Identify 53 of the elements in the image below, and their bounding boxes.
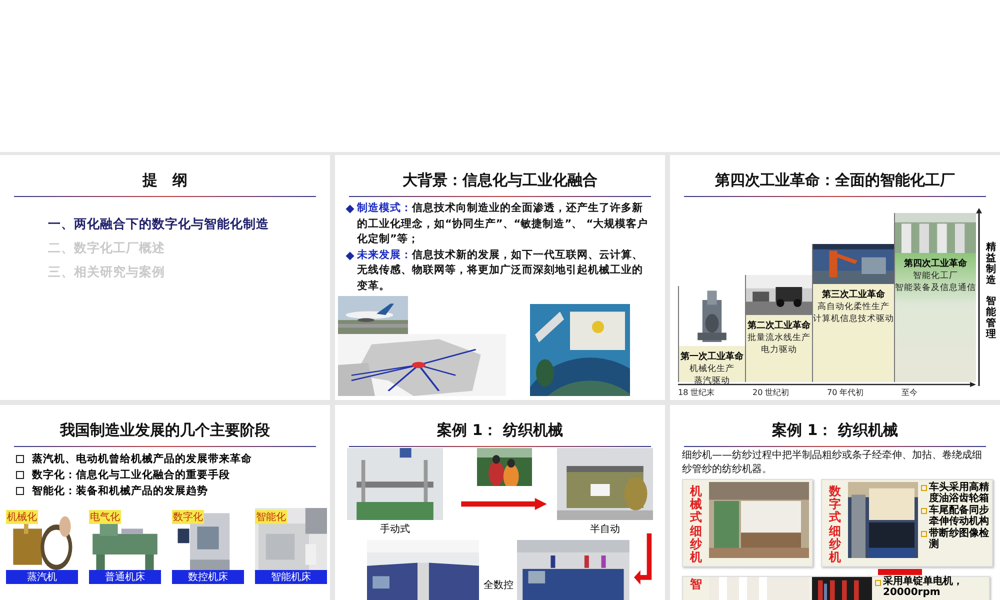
slide-thumbnail[interactable]: 案例 1： 纺织机械 细纱机——纺纱过程中把半制品粗纱或条子经牵伸、加拈、卷绕成细纱管纱的纺纱机器。 机械式细纱机 数字式细纱机 车头采用高精度油浴齿轮箱 车尾配备同步牵伸传动机构 带断纱图像检测 智 采用单锭单电机，20000rpm xyxy=(670,405,1000,600)
bullet-text: 数字化：信息化与工业化融合的重要手段 xyxy=(32,468,230,482)
stage-title: 第一次工业革命 xyxy=(680,350,744,363)
stage-caption: 智能机床 xyxy=(255,570,327,584)
stage-text: 蒸汽驱动 xyxy=(694,375,730,387)
slide-thumbnail[interactable]: 第四次工业革命：全面的智能化工厂 第一次工业革命 机械化生产 蒸汽驱动 第二次工业革命 批量流水线生产 电力驱动 第三次工业革命 高自动化柔性生产 计算机信息技术驱动 第四次工业革命 智能化工厂 智能装备及信息通信 18 世纪末 20 世纪初 70 年代初 至今 精益制造 智能管理 xyxy=(670,155,1000,400)
slide-thumbnail[interactable]: 案例 1： 纺织机械 手动式 半自动 全数控 xyxy=(335,405,665,600)
intro-text: 细纱机——纺纱过程中把半制品粗纱或条子经牵伸、加拈、卷绕成细纱管纱的纺纱机器。 xyxy=(682,449,983,477)
stage-title: 第二次工业革命 xyxy=(748,319,810,332)
photo-caption: 全数控 xyxy=(483,579,514,592)
note-text: 采用单锭单电机，20000rpm xyxy=(883,577,964,598)
stage-text: 电力驱动 xyxy=(761,344,797,356)
slide-title: 案例 1： 纺织机械 xyxy=(771,421,899,440)
stage-caption: 蒸汽机 xyxy=(6,570,78,584)
note-text: 车尾配备同步牵伸传动机构 xyxy=(929,505,989,527)
note-text: 带断纱图像检测 xyxy=(929,528,989,550)
stage-tag: 机械化 xyxy=(6,510,38,524)
panel-label: 数字式细纱机 xyxy=(829,485,841,564)
photo-caption: 半自动 xyxy=(590,522,620,536)
note-text: 车头采用高精度油浴齿轮箱 xyxy=(929,482,989,504)
stage-text: 批量流水线生产 xyxy=(748,332,810,344)
bullet-text: 未来发展：信息技术新的发展，如下一代互联网、云计算、无线传感、物联网等，将更加广泛而深刻地引起机械工业的变革。 xyxy=(357,248,644,294)
panel-label: 智 xyxy=(690,578,702,592)
era-label: 20 世纪初 xyxy=(752,387,790,398)
stage-text: 高自动化柔性生产 xyxy=(818,301,890,313)
slide-title: 案例 1： 纺织机械 xyxy=(436,421,564,440)
stage-caption: 普通机床 xyxy=(89,570,161,584)
bullet-text: 蒸汽机、电动机曾给机械产品的发展带来革命 xyxy=(32,452,252,466)
slide-title: 大背景：信息化与工业化融合 xyxy=(402,171,598,190)
stage-title: 第四次工业革命 xyxy=(904,257,967,270)
stage-text: 智能化工厂 xyxy=(913,270,958,282)
bullet-text: 制造模式：信息技术向制造业的全面渗透，还产生了许多新的工业化理念，如“协同生产”、“敏捷制造”、 “大规模客户化定制”等； xyxy=(357,201,650,247)
outline-item: 一、两化融合下的数字化与智能化制造 xyxy=(48,216,270,233)
slide-title: 第四次工业革命：全面的智能化工厂 xyxy=(714,171,956,190)
side-label: 精益制造 xyxy=(986,242,996,286)
era-label: 18 世纪末 xyxy=(678,387,716,398)
slide-thumbnail[interactable]: 我国制造业发展的几个主要阶段 蒸汽机、电动机曾给机械产品的发展带来革命 数字化：信息化与工业化融合的重要手段 智能化：装备和机械产品的发展趋势 机械化 蒸汽机 电气化 普通机床 数字化 数控机床 智能化 智能机床 xyxy=(0,405,330,600)
panel-label: 机械式细纱机 xyxy=(690,485,702,564)
stage-tag: 智能化 xyxy=(255,510,287,524)
slide-title: 提 纲 xyxy=(141,171,188,190)
stage-text: 智能装备及信息通信 xyxy=(895,282,976,294)
stage-caption: 数控机床 xyxy=(172,570,244,584)
stage-tag: 数字化 xyxy=(172,510,204,524)
side-label: 智能管理 xyxy=(986,296,996,340)
stage-tag: 电气化 xyxy=(89,510,121,524)
stage-text: 机械化生产 xyxy=(690,363,734,375)
stage-title: 第三次工业革命 xyxy=(822,288,885,301)
slide-title: 我国制造业发展的几个主要阶段 xyxy=(58,421,271,440)
stage-text: 计算机信息技术驱动 xyxy=(813,313,894,325)
bullet-text: 智能化：装备和机械产品的发展趋势 xyxy=(32,484,208,498)
era-label: 至今 xyxy=(902,387,918,398)
photo-caption: 手动式 xyxy=(380,522,410,536)
era-label: 70 年代初 xyxy=(827,387,865,398)
